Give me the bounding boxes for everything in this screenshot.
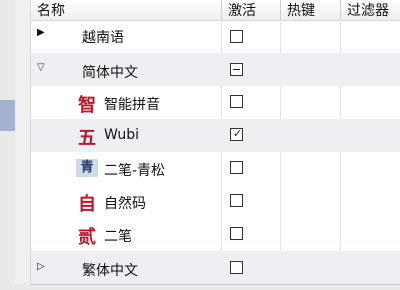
row-label: 二笔-青松 (104, 163, 166, 179)
triangle-right-icon[interactable]: ▶ (37, 27, 45, 38)
active-checkbox[interactable] (230, 261, 243, 274)
column-header-filter[interactable]: 过滤器 (341, 0, 400, 20)
triangle-down-icon[interactable]: ▽ (37, 62, 45, 73)
active-checkbox[interactable] (230, 194, 243, 207)
active-checkbox[interactable] (230, 227, 243, 240)
tree-row-simplified-chinese[interactable]: ▽ 简体中文 (31, 53, 400, 86)
triangle-right-icon[interactable]: ▷ (37, 261, 45, 272)
tree-row-smart-pinyin[interactable]: 智 智能拼音 (31, 86, 400, 119)
active-checkbox[interactable] (230, 161, 243, 174)
row-label: 智能拼音 (104, 97, 160, 113)
checkmark-icon: ✓ (232, 127, 243, 140)
row-label: 简体中文 (82, 65, 138, 81)
wubi-icon: 五 (78, 128, 96, 149)
input-method-tree-list[interactable]: 名称 激活 热键 过滤器 ▶ 越南语 ▽ 简体中文 智 智能拼音 五 Wubi … (30, 0, 400, 285)
row-label: 越南语 (82, 30, 124, 46)
dash-icon (233, 69, 240, 70)
active-checkbox[interactable] (230, 30, 243, 43)
tree-row-wubi[interactable]: 五 Wubi ✓ (31, 119, 400, 152)
ziranma-icon: 自 (78, 194, 96, 215)
tree-row-erbi[interactable]: 贰 二笔 (31, 218, 400, 251)
tree-row-erbi-qingsong[interactable]: 青 二笔-青松 (31, 152, 400, 185)
tree-row-vietnamese[interactable]: ▶ 越南语 (31, 21, 400, 53)
row-label: 二笔 (104, 229, 132, 245)
left-pane-selection (0, 100, 15, 131)
tree-row-traditional-chinese[interactable]: ▷ 繁体中文 (31, 251, 400, 284)
column-header-bar: 名称 激活 热键 过滤器 (31, 0, 400, 21)
column-header-hotkey[interactable]: 热键 (281, 0, 340, 20)
row-label: Wubi (104, 127, 139, 143)
column-header-name[interactable]: 名称 (31, 0, 221, 20)
active-checkbox[interactable] (230, 95, 243, 108)
active-checkbox[interactable]: ✓ (230, 127, 243, 141)
smart-pinyin-icon: 智 (78, 95, 96, 116)
column-header-active[interactable]: 激活 (222, 0, 280, 20)
erbi-qingsong-icon: 青 (76, 159, 98, 177)
row-label: 繁体中文 (82, 263, 138, 279)
erbi-icon: 贰 (78, 227, 96, 248)
row-label: 自然码 (104, 196, 146, 212)
tree-row-ziranma[interactable]: 自 自然码 (31, 185, 400, 218)
left-pane-strip (0, 0, 15, 290)
active-checkbox[interactable] (230, 63, 243, 76)
